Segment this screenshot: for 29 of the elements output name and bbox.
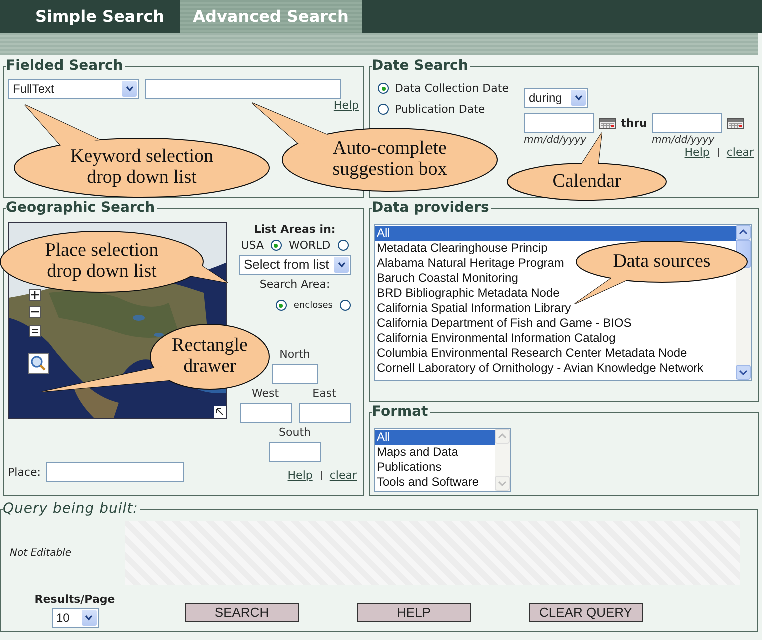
section-title: Data providers: [372, 200, 490, 216]
section-title: Fielded Search: [6, 58, 124, 74]
results-per-page-label: Results/Page: [34, 593, 116, 606]
section-title: Query being built:: [3, 501, 140, 517]
north-label: North: [280, 348, 310, 361]
not-editable-note: Not Editable: [9, 548, 72, 558]
place-label: Place:: [8, 466, 41, 478]
callout-text: Auto-complete suggestion box: [332, 139, 448, 181]
radio-label: Publication Date: [395, 103, 486, 116]
radio-label: Data Collection Date: [395, 82, 509, 95]
radio-label: encloses: [294, 300, 333, 310]
south-label: South: [279, 426, 311, 439]
date-format-hint: mm/dd/yyyy: [524, 135, 588, 146]
callout-text: Calendar: [552, 172, 622, 192]
list-areas-label: List Areas in:: [254, 223, 336, 236]
date-format-hint: mm/dd/yyyy: [652, 135, 716, 146]
section-title: Format: [372, 404, 430, 420]
section-title: Date Search: [372, 58, 470, 74]
callout-text: Rectangle drawer: [171, 336, 249, 378]
section-title: Geographic Search: [6, 200, 156, 216]
radio-label: USA: [241, 239, 264, 252]
radio-label: WORLD: [288, 239, 331, 252]
west-label: West: [252, 387, 280, 400]
thru-label: thru: [621, 116, 647, 130]
east-label: East: [312, 387, 336, 400]
callout-text: Data sources: [613, 252, 711, 272]
callout-text: Keyword selection drop down list: [70, 147, 214, 189]
search-area-label: Search Area:: [260, 278, 330, 291]
callout-text: Place selection drop down list: [44, 241, 160, 283]
